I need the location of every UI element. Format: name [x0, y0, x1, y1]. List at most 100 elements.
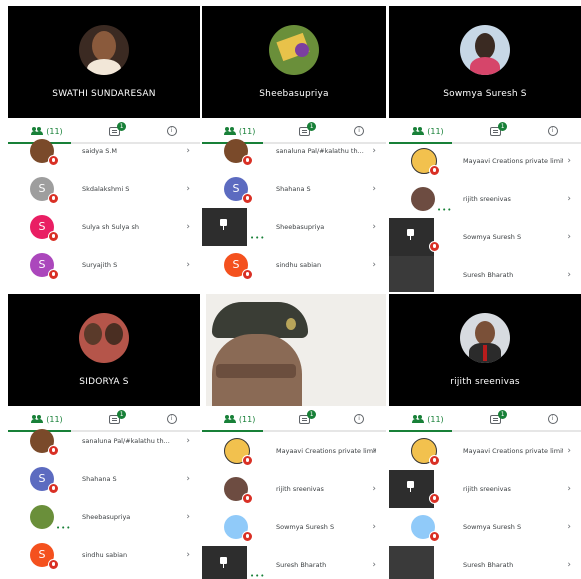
video-tile-5[interactable]	[206, 294, 386, 406]
participant-row[interactable]: S Suryajith S ›	[8, 246, 200, 284]
people-icon	[223, 415, 236, 423]
mic-off-icon	[242, 193, 253, 204]
participant-name: Skdalakshmi S	[82, 185, 130, 193]
info-icon[interactable]: i	[547, 414, 558, 424]
participant-row[interactable]: ••• rijith sreenivas ›	[389, 180, 581, 218]
mic-off-icon	[429, 531, 440, 542]
participants-panel-4: (11) 1 i sanaluna Pal/#kalathu th... › SS…	[8, 408, 200, 579]
participant-row[interactable]: S Shahana S ›	[8, 460, 200, 498]
chevron-right-icon: ›	[186, 436, 190, 446]
participant-avatar	[460, 313, 510, 363]
video-thumbnail	[389, 218, 434, 256]
pin-icon	[219, 557, 228, 568]
participant-row[interactable]: ••• Sheebasupriya ›	[202, 208, 386, 246]
video-thumbnail	[202, 546, 247, 579]
chevron-right-icon: ›	[567, 484, 571, 494]
participant-row[interactable]: rijith sreenivas ›	[202, 470, 386, 508]
tab-people[interactable]: (11)	[223, 415, 255, 424]
people-icon	[412, 127, 425, 135]
participant-row[interactable]: Ssindhu sabian ›	[202, 246, 386, 284]
video-tile-3[interactable]: Sowmya Suresh S	[389, 6, 581, 118]
participant-avatar	[79, 25, 129, 75]
video-tile-1[interactable]: SWATHI SUNDARESAN	[8, 6, 200, 118]
participant-list: sanaluna Pal/#kalathu th... › S Shahana S ›…	[202, 132, 386, 284]
participant-row[interactable]: Mayaavi Creations private limite...›	[202, 432, 386, 470]
participant-name: sindhu sabian	[82, 551, 128, 559]
mic-off-icon	[429, 493, 440, 504]
pin-icon	[406, 229, 415, 240]
chat-icon[interactable]: 1	[299, 409, 317, 424]
video-thumbnail	[389, 256, 434, 292]
speaking-indicator: •••	[250, 234, 266, 242]
video-tile-4[interactable]: SIDORYA S	[8, 294, 200, 406]
participant-row[interactable]: sanaluna Pal/#kalathu th... ›	[8, 422, 200, 460]
participant-name: rijith sreenivas	[463, 195, 511, 203]
info-icon[interactable]: i	[547, 126, 558, 136]
chevron-right-icon: ›	[567, 270, 571, 280]
participant-row[interactable]: Suresh Bharath ›	[389, 256, 581, 292]
participant-row[interactable]: Suresh Bharath ›	[389, 546, 581, 579]
camera-feed	[206, 294, 386, 406]
participant-name: SWATHI SUNDARESAN	[52, 89, 156, 99]
panel-tabs: (11) 1 i	[202, 408, 386, 432]
participant-row[interactable]: sanaluna Pal/#kalathu th... ›	[202, 132, 386, 170]
participant-row[interactable]: rijith sreenivas ›	[389, 470, 581, 508]
chat-badge: 1	[307, 121, 317, 131]
participant-row[interactable]: saidya S.M ›	[8, 132, 200, 170]
chevron-right-icon: ›	[372, 560, 376, 570]
participant-row[interactable]: ••• Sheebasupriya ›	[8, 498, 200, 536]
participant-row[interactable]: Sowmya Suresh S ›	[389, 218, 581, 256]
participant-list: Mayaavi Creations private limite...› rij…	[202, 432, 386, 579]
participant-list: sanaluna Pal/#kalathu th... › S Shahana S ›…	[8, 422, 200, 574]
chat-badge: 1	[117, 121, 127, 131]
participant-row[interactable]: Mayaavi Creations private limite... ›	[389, 142, 581, 180]
mic-off-icon	[48, 269, 59, 280]
chevron-right-icon: ›	[186, 260, 190, 270]
participant-name: SIDORYA S	[79, 377, 129, 387]
mic-off-icon	[242, 269, 253, 280]
video-tile-2[interactable]: Sheebasupriya	[202, 6, 386, 118]
chevron-right-icon: ›	[567, 446, 571, 456]
mic-off-icon	[48, 559, 59, 570]
chevron-right-icon: ›	[372, 446, 376, 456]
participant-name: Shahana S	[82, 475, 117, 483]
video-thumbnail	[389, 470, 434, 508]
participant-row[interactable]: S Skdalakshmi S ›	[8, 170, 200, 208]
speaking-indicator: •••	[437, 206, 453, 214]
participant-list: saidya S.M › S Skdalakshmi S › S Sulya sh Su…	[8, 132, 200, 284]
participant-row[interactable]: Sowmya Suresh S ›	[389, 508, 581, 546]
participant-row[interactable]: Sowmya Suresh S ›	[202, 508, 386, 546]
avatar	[30, 505, 54, 529]
mic-off-icon	[429, 165, 440, 176]
participants-panel-5: (11) 1 i Mayaavi Creations private limit…	[202, 408, 386, 579]
participant-name: Mayaavi Creations private limite...	[463, 447, 563, 455]
chat-icon[interactable]: 1	[490, 409, 508, 424]
chevron-right-icon: ›	[372, 260, 376, 270]
participant-name: Sheebasupriya	[276, 223, 325, 231]
info-icon[interactable]: i	[354, 414, 365, 424]
tab-people[interactable]: (11)	[412, 415, 444, 424]
mic-off-icon	[242, 493, 253, 504]
chevron-right-icon: ›	[372, 222, 376, 232]
participants-panel-1: (11) 1 i saidya S.M › S Skdalakshmi S › S Su…	[8, 120, 200, 292]
video-tile-6[interactable]: rijith sreenivas	[389, 294, 581, 406]
participant-name: rijith sreenivas	[463, 485, 511, 493]
participant-row[interactable]: Ssindhu sabian ›	[8, 536, 200, 574]
participant-row[interactable]: ••• Suresh Bharath ›	[202, 546, 386, 579]
participant-avatar	[79, 313, 129, 363]
participant-list: Mayaavi Creations private limite... › •••…	[389, 142, 581, 292]
participant-row[interactable]: Mayaavi Creations private limite... ›	[389, 432, 581, 470]
video-thumbnail	[389, 546, 434, 579]
participant-name: Mayaavi Creations private limite...	[463, 157, 563, 165]
participant-name: rijith sreenivas	[276, 485, 324, 493]
chevron-right-icon: ›	[567, 232, 571, 242]
tab-people[interactable]: (11)	[412, 127, 444, 136]
participant-name: Suryajith S	[82, 261, 118, 269]
chevron-right-icon: ›	[372, 184, 376, 194]
chat-badge: 1	[307, 409, 317, 419]
chevron-right-icon: ›	[567, 156, 571, 166]
mic-off-icon	[48, 231, 59, 242]
chat-icon[interactable]: 1	[490, 121, 508, 136]
participant-row[interactable]: S Sulya sh Sulya sh ›	[8, 208, 200, 246]
participant-row[interactable]: S Shahana S ›	[202, 170, 386, 208]
